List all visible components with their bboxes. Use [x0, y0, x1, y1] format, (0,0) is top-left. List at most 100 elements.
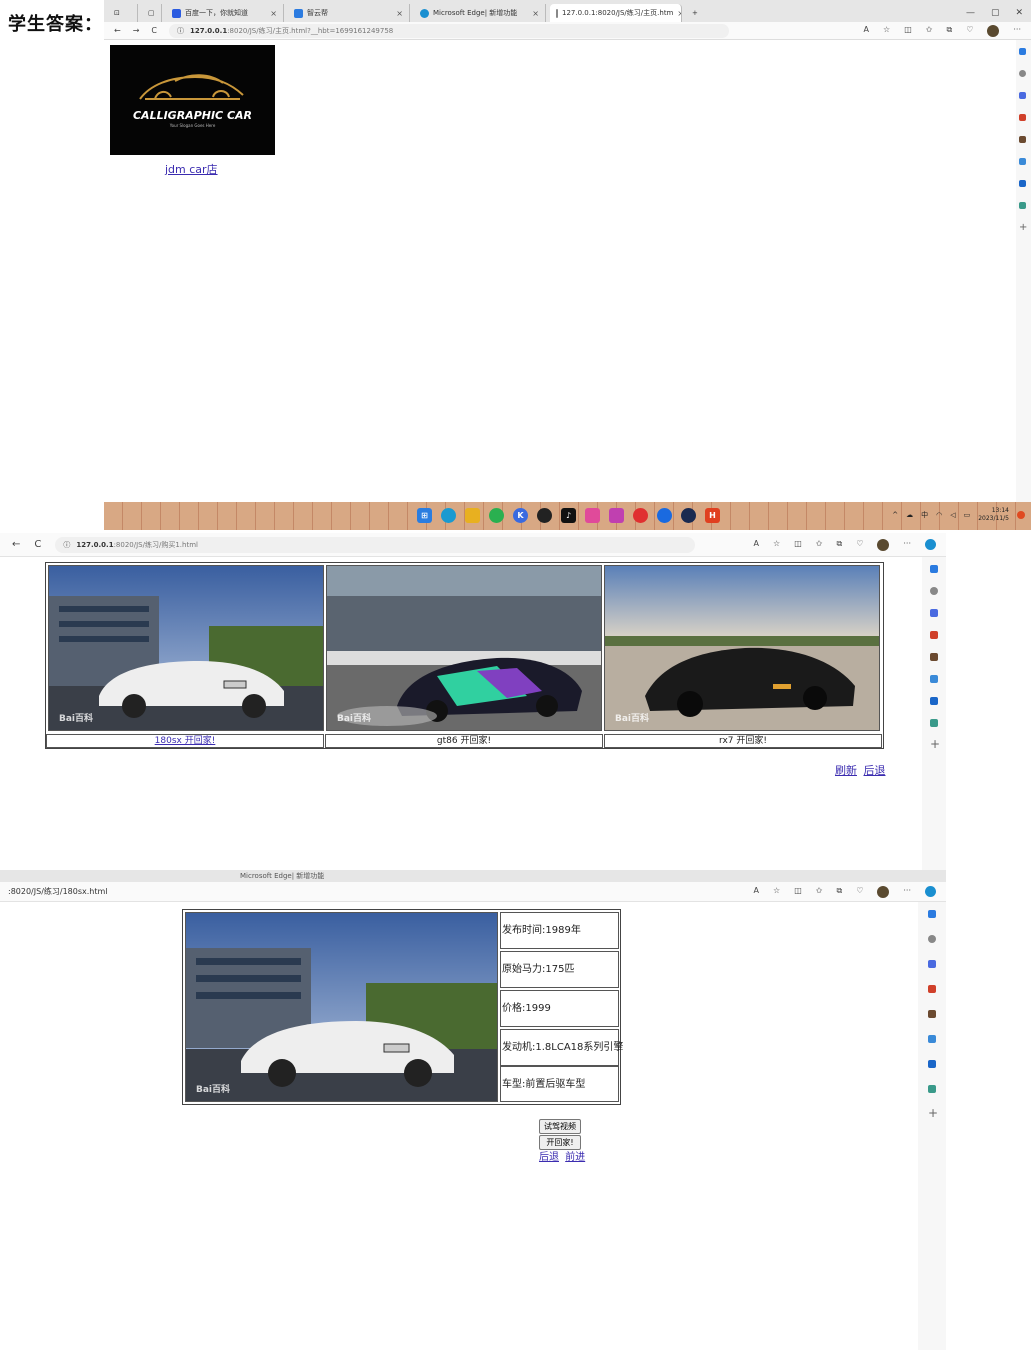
- forward-icon[interactable]: →: [133, 26, 140, 35]
- notification-badge[interactable]: [1017, 511, 1025, 519]
- favorite-star-icon[interactable]: ☆: [773, 539, 780, 551]
- reload-icon[interactable]: C: [34, 539, 41, 550]
- steam-icon[interactable]: [681, 508, 696, 523]
- profile-avatar[interactable]: [877, 885, 890, 898]
- reload-icon[interactable]: C: [151, 26, 157, 35]
- forward-link[interactable]: 前进: [565, 1152, 585, 1163]
- games-icon[interactable]: [928, 1010, 936, 1018]
- office-icon[interactable]: [1019, 158, 1026, 165]
- drive-home-180sx-link[interactable]: 180sx 开回家!: [155, 736, 216, 746]
- split-screen-icon[interactable]: ◫: [794, 539, 802, 551]
- drop-icon[interactable]: [1019, 202, 1026, 209]
- notification-icon[interactable]: [1019, 48, 1026, 55]
- volume-icon[interactable]: ◁: [950, 511, 955, 519]
- favorites-icon[interactable]: ✩: [816, 886, 823, 898]
- k-app-icon[interactable]: K: [513, 508, 528, 523]
- profile-avatar[interactable]: [987, 24, 1000, 37]
- toolbox-icon[interactable]: [930, 631, 938, 639]
- add-sidebar-icon[interactable]: +: [930, 737, 940, 751]
- tab-zhiyunbang[interactable]: 智云帮 ×: [288, 4, 410, 22]
- search-icon[interactable]: [1019, 70, 1026, 77]
- search-icon[interactable]: [928, 935, 936, 943]
- tag-icon[interactable]: [930, 609, 938, 617]
- back-link[interactable]: 后退: [864, 764, 886, 777]
- favorite-star-icon[interactable]: ☆: [773, 886, 780, 898]
- close-window-icon[interactable]: ✕: [1015, 8, 1023, 18]
- car-image-gt86[interactable]: Bai百科: [326, 565, 602, 731]
- input-lang[interactable]: 中: [921, 510, 928, 520]
- extensions-icon[interactable]: ♡: [856, 539, 863, 551]
- extensions-icon[interactable]: ♡: [856, 886, 863, 898]
- outlook-icon[interactable]: [928, 1060, 936, 1068]
- office-icon[interactable]: [928, 1035, 936, 1043]
- games-icon[interactable]: [930, 653, 938, 661]
- qq-icon[interactable]: [537, 508, 552, 523]
- read-aloud-icon[interactable]: A: [754, 539, 759, 551]
- read-aloud-icon[interactable]: A: [754, 886, 759, 898]
- file-explorer-icon[interactable]: [465, 508, 480, 523]
- back-icon[interactable]: ←: [114, 26, 121, 35]
- split-screen-icon[interactable]: ◫: [904, 25, 912, 37]
- start-icon[interactable]: ⊞: [417, 508, 432, 523]
- office-icon[interactable]: [930, 675, 938, 683]
- car-image-180sx[interactable]: Bai百科: [48, 565, 324, 731]
- url-field[interactable]: :8020/JS/练习/180sx.html: [8, 886, 108, 897]
- clock[interactable]: 13:14 2023/11/5: [978, 507, 1009, 523]
- back-icon[interactable]: ←: [12, 539, 20, 550]
- bilibili-icon[interactable]: [585, 508, 600, 523]
- new-tab-button[interactable]: +: [686, 4, 704, 22]
- test-drive-video-button[interactable]: 试驾视频: [539, 1119, 581, 1134]
- browser-icon[interactable]: [657, 508, 672, 523]
- toolbox-icon[interactable]: [1019, 114, 1026, 121]
- close-icon[interactable]: ×: [677, 9, 681, 18]
- notification-icon[interactable]: [930, 565, 938, 573]
- tag-icon[interactable]: [1019, 92, 1026, 99]
- copilot-icon[interactable]: [925, 885, 936, 897]
- wechat-icon[interactable]: [489, 508, 504, 523]
- favorite-star-icon[interactable]: ☆: [883, 25, 890, 37]
- tab-baidu[interactable]: 百度一下，你就知道 ×: [166, 4, 284, 22]
- tab-actions-icon[interactable]: ▢: [142, 4, 162, 22]
- close-icon[interactable]: ×: [396, 9, 403, 18]
- search-icon[interactable]: [930, 587, 938, 595]
- drop-icon[interactable]: [930, 719, 938, 727]
- more-menu-icon[interactable]: ···: [1013, 25, 1021, 37]
- favorites-icon[interactable]: ✩: [816, 539, 823, 551]
- back-link[interactable]: 后退: [539, 1152, 559, 1163]
- collections-icon[interactable]: ⧉: [836, 539, 842, 551]
- profile-avatar[interactable]: [877, 538, 890, 551]
- split-screen-icon[interactable]: ◫: [794, 886, 802, 898]
- maximize-icon[interactable]: ▢: [991, 8, 1000, 18]
- tab-edge-whats-new[interactable]: Microsoft Edge| 新增功能: [240, 871, 324, 881]
- wifi-icon[interactable]: ◠: [936, 511, 942, 519]
- jdm-car-shop-link[interactable]: jdm car店: [165, 161, 218, 177]
- collections-icon[interactable]: ⧉: [946, 25, 952, 37]
- edge-taskbar-icon[interactable]: [441, 508, 456, 523]
- more-menu-icon[interactable]: ···: [903, 539, 911, 551]
- toolbox-icon[interactable]: [928, 985, 936, 993]
- workspace-icon[interactable]: ⊡: [108, 4, 138, 22]
- collections-icon[interactable]: ⧉: [836, 886, 842, 898]
- tiktok-icon[interactable]: ♪: [561, 508, 576, 523]
- drop-icon[interactable]: [928, 1085, 936, 1093]
- refresh-link[interactable]: 刷新: [835, 764, 857, 777]
- minimize-icon[interactable]: —: [966, 8, 975, 18]
- games-icon[interactable]: [1019, 136, 1026, 143]
- close-icon[interactable]: ×: [270, 9, 277, 18]
- url-field[interactable]: ⓘ 127.0.0.1:8020/JS/练习/主页.html?__hbt=169…: [169, 23, 729, 38]
- ide-icon[interactable]: [609, 508, 624, 523]
- cloud-icon[interactable]: ☁: [906, 511, 913, 519]
- hbuilder-icon[interactable]: H: [705, 508, 720, 523]
- read-aloud-icon[interactable]: A: [864, 25, 869, 37]
- tray-expand-icon[interactable]: ^: [892, 511, 898, 519]
- notification-icon[interactable]: [928, 910, 936, 918]
- favorites-icon[interactable]: ✩: [926, 25, 933, 37]
- more-menu-icon[interactable]: ···: [903, 886, 911, 898]
- outlook-icon[interactable]: [1019, 180, 1026, 187]
- tab-home-page[interactable]: 127.0.0.1:8020/JS/练习/主页.htm ×: [550, 4, 682, 22]
- extensions-icon[interactable]: ♡: [966, 25, 973, 37]
- outlook-icon[interactable]: [930, 697, 938, 705]
- car-image-rx7[interactable]: Bai百科: [604, 565, 880, 731]
- add-sidebar-icon[interactable]: +: [1019, 222, 1027, 233]
- close-icon[interactable]: ×: [532, 9, 539, 18]
